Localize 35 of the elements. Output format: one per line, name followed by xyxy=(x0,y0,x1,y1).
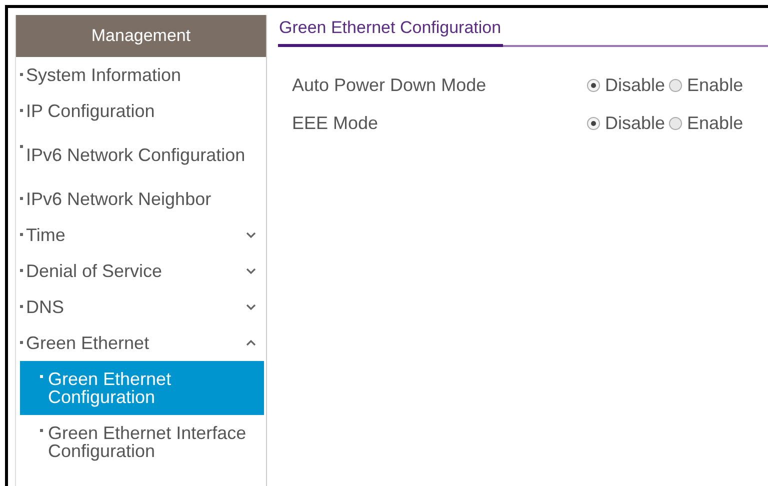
bullet-icon xyxy=(20,145,23,148)
sidebar-item[interactable]: DNS xyxy=(16,289,266,325)
radio-option[interactable]: Disable xyxy=(587,74,666,96)
bullet-icon xyxy=(40,375,43,378)
radio-icon[interactable] xyxy=(669,116,682,130)
bullet-icon xyxy=(20,269,23,272)
sidebar-subitem[interactable]: Green Ethernet Interface Configuration xyxy=(20,415,264,469)
radio-option[interactable]: Enable xyxy=(669,112,744,134)
sidebar-item[interactable]: Denial of Service xyxy=(16,253,266,289)
sidebar-item[interactable]: Green Ethernet xyxy=(16,325,266,361)
sidebar-item[interactable]: IP Configuration xyxy=(16,93,266,129)
chevron-up-icon[interactable] xyxy=(246,340,256,346)
chevron-down-icon[interactable] xyxy=(246,304,256,310)
sidebar-item[interactable]: IPv6 Network Neighbor xyxy=(16,181,266,217)
radio-option[interactable]: Disable xyxy=(587,112,666,134)
bullet-icon xyxy=(20,305,23,308)
bullet-icon xyxy=(20,197,23,200)
setting-label: EEE Mode xyxy=(292,112,380,134)
chevron-down-icon[interactable] xyxy=(246,232,256,238)
sidebar-header: Management xyxy=(16,15,266,57)
bullet-icon xyxy=(40,429,43,432)
bullet-icon xyxy=(20,109,23,112)
bullet-icon xyxy=(20,233,23,236)
chevron-down-icon[interactable] xyxy=(246,268,256,274)
bullet-icon xyxy=(20,73,23,76)
radio-option[interactable]: Enable xyxy=(669,74,744,96)
bullet-icon xyxy=(20,341,23,344)
sidebar-item[interactable]: IPv6 Network Configuration xyxy=(16,129,266,181)
radio-icon[interactable] xyxy=(587,78,600,92)
radio-icon[interactable] xyxy=(669,78,682,92)
sidebar-item[interactable]: Time xyxy=(16,217,266,253)
radio-icon[interactable] xyxy=(587,116,600,130)
tab[interactable]: Green Ethernet Configuration xyxy=(278,14,504,47)
sidebar-item[interactable]: System Information xyxy=(16,57,266,93)
setting-label: Auto Power Down Mode xyxy=(292,74,488,96)
